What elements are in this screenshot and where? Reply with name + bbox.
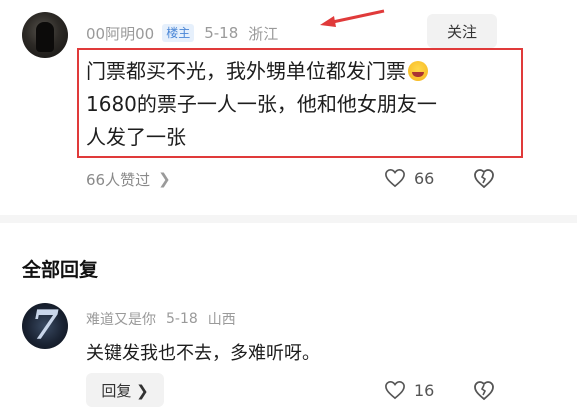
reply-username[interactable]: 难道又是你 [86, 309, 156, 329]
reply-button[interactable]: 回复 ❯ [86, 373, 164, 407]
like-button[interactable]: 66 [384, 166, 434, 190]
reply-body: 关键发我也不去，多难听呀。 [86, 343, 320, 364]
reply-button-label: 回复 [101, 381, 132, 400]
reply-location: 山西 [207, 312, 236, 328]
section-divider [0, 215, 577, 223]
heart-icon [385, 380, 405, 400]
op-badge: 楼主 [162, 24, 195, 42]
chevron-right-icon: ❯ [136, 381, 149, 400]
laughing-emoji [408, 61, 428, 81]
comment-thread-page: 00阿明00 楼主 5-18 浙江 关注 门票都买不光，我外甥单位都发门票 16… [0, 0, 577, 418]
comment-line-1: 门票都买不光，我外甥单位都发门票 [86, 59, 406, 83]
comment-meta: 00阿明00 楼主 5-18 浙江 [86, 22, 278, 44]
comment-line-3: 人发了一张 [86, 125, 186, 149]
reply-date: 5-18 [166, 311, 198, 327]
reply-like-count: 16 [414, 380, 435, 400]
dislike-icon[interactable] [472, 166, 496, 190]
comment-line-2: 1680的票子一人一张，他和他女朋友一 [86, 92, 437, 116]
likes-link-label: 66人赞过 [86, 170, 151, 189]
section-title: 全部回复 [22, 259, 99, 281]
username[interactable]: 00阿明00 [86, 23, 154, 44]
reply-like-button[interactable]: 16 [384, 378, 434, 402]
reply-avatar[interactable]: 7 [22, 303, 68, 349]
likes-link[interactable]: 66人赞过 ❯ [86, 168, 171, 190]
comment-date: 5-18 [204, 24, 239, 42]
comment-location: 浙江 [248, 24, 279, 43]
heart-icon [385, 168, 405, 188]
reply-meta: 难道又是你 5-18 山西 [86, 309, 236, 329]
dislike-icon[interactable] [472, 378, 496, 402]
red-arrow [320, 9, 385, 27]
follow-button[interactable]: 关注 [427, 14, 497, 48]
like-count: 66 [414, 168, 435, 188]
comment-body: 门票都买不光，我外甥单位都发门票 1680的票子一人一张，他和他女朋友一 人发了… [86, 55, 504, 154]
avatar[interactable] [22, 12, 68, 58]
chevron-right-icon: ❯ [158, 170, 171, 188]
